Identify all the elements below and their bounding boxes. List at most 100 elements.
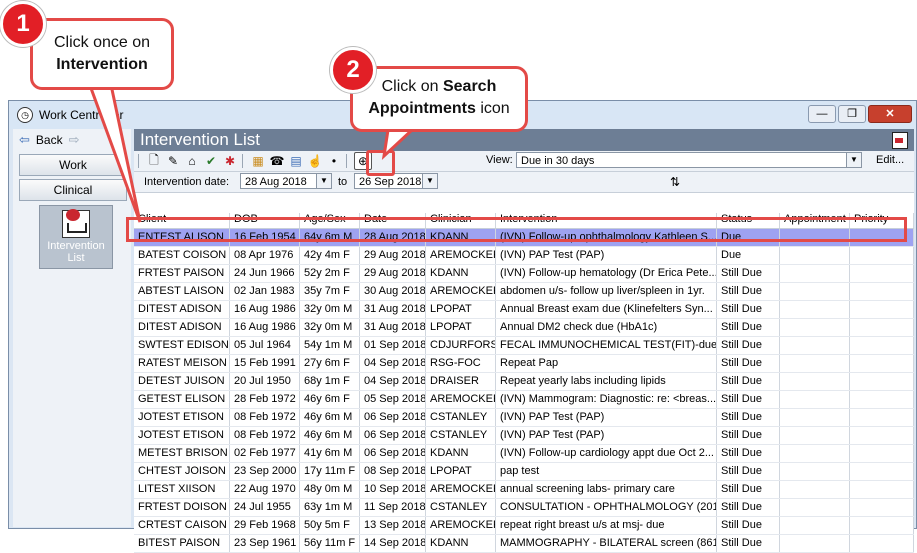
- view-select-value: Due in 30 days: [521, 155, 595, 167]
- table-row[interactable]: SWTEST EDISON 05 Jul 1964 54y 1m M 01 Sep 2…: [134, 337, 914, 355]
- table-row[interactable]: RATEST MEISON 15 Feb 1991 27y 6m F 04 Sep 2…: [134, 355, 914, 373]
- table-cell: [780, 535, 850, 552]
- chevron-down-icon[interactable]: ▼: [846, 153, 861, 167]
- table-cell: 32y 0m M: [300, 319, 360, 336]
- callout-1-line2: Intervention: [56, 56, 148, 73]
- table-cell: 16 Aug 1986: [230, 301, 300, 318]
- table-cell: Still Due: [717, 481, 780, 498]
- table-cell: Still Due: [717, 517, 780, 534]
- search-appointments-icon[interactable]: ⊕: [354, 152, 372, 170]
- toolbar: 🗋 ✎ ⌂ ✔ ✱ ▦ ☎ ▤ ☝ • ⊕ View: Due in 30 da…: [134, 151, 914, 172]
- column-header[interactable]: Priority: [850, 213, 914, 228]
- table-row[interactable]: METEST BRISON 02 Feb 1977 41y 6m M 06 Sep 2…: [134, 445, 914, 463]
- folder-icon[interactable]: ▤: [288, 153, 304, 169]
- house-icon[interactable]: ⌂: [184, 153, 200, 169]
- alert-icon[interactable]: ✱: [222, 153, 238, 169]
- table-cell: [780, 247, 850, 264]
- panel-header: Intervention List: [134, 129, 914, 151]
- back-button[interactable]: Back: [36, 133, 63, 147]
- table-row[interactable]: JOTEST ETISON 08 Feb 1972 46y 6m M 06 Sep 2…: [134, 409, 914, 427]
- table-cell: MAMMOGRAPHY - BILATERAL screen (8611): [496, 535, 717, 552]
- table-cell: JOTEST ETISON: [134, 427, 230, 444]
- table-cell: FECAL IMMUNOCHEMICAL TEST(FIT)-due ...: [496, 337, 717, 354]
- forward-arrow-icon[interactable]: ⇨: [69, 132, 80, 148]
- new-document-icon[interactable]: 🗋: [146, 153, 162, 169]
- nav-clinical-button[interactable]: Clinical: [19, 179, 127, 201]
- date-to-field[interactable]: 26 Sep 2018 ▼: [354, 173, 438, 189]
- checkmark-icon[interactable]: ✔: [203, 153, 219, 169]
- table-cell: Still Due: [717, 499, 780, 516]
- table-cell: 23 Sep 1961: [230, 535, 300, 552]
- column-header[interactable]: Appointment: [780, 213, 850, 228]
- table-row[interactable]: CRTEST CAISON 29 Feb 1968 50y 5m F 13 Sep 2…: [134, 517, 914, 535]
- table-cell: CSTANLEY: [426, 427, 496, 444]
- table-row[interactable]: CHTEST JOISON 23 Sep 2000 17y 11m F 08 Sep …: [134, 463, 914, 481]
- column-header[interactable]: Client: [134, 213, 230, 228]
- maximize-button[interactable]: ❐: [838, 105, 866, 123]
- back-arrow-icon[interactable]: ⇦: [19, 132, 30, 148]
- table-cell: BATEST COISON: [134, 247, 230, 264]
- table-row[interactable]: DITEST ADISON 16 Aug 1986 32y 0m M 31 Aug 2…: [134, 319, 914, 337]
- table-row[interactable]: FRTEST DOISON 24 Jul 1955 63y 1m M 11 Sep 2…: [134, 499, 914, 517]
- table-cell: 29 Feb 1968: [230, 517, 300, 534]
- table-cell: [850, 229, 914, 246]
- intervention-list-tile[interactable]: Intervention List: [39, 205, 113, 269]
- table-cell: FRTEST DOISON: [134, 499, 230, 516]
- column-header[interactable]: Age/Sex: [300, 213, 360, 228]
- table-row[interactable]: FRTEST PAISON 24 Jun 1966 52y 2m F 29 Aug 2…: [134, 265, 914, 283]
- nav-work-button[interactable]: Work: [19, 154, 127, 176]
- toolbar-divider: [138, 154, 139, 168]
- table-cell: GETEST ELISON: [134, 391, 230, 408]
- phone-icon[interactable]: ☎: [269, 153, 285, 169]
- table-cell: [850, 265, 914, 282]
- column-header[interactable]: Status: [717, 213, 780, 228]
- table-cell: DITEST ADISON: [134, 301, 230, 318]
- table-cell: ABTEST LAISON: [134, 283, 230, 300]
- table-cell: [850, 301, 914, 318]
- table-cell: CDJURFORS: [426, 337, 496, 354]
- table-cell: KDANN: [426, 265, 496, 282]
- table-cell: BITEST PAISON: [134, 535, 230, 552]
- table-cell: Still Due: [717, 373, 780, 390]
- table-cell: 13 Sep 2018: [360, 517, 426, 534]
- column-header[interactable]: Intervention: [496, 213, 717, 228]
- close-button[interactable]: ✕: [868, 105, 912, 123]
- table-row[interactable]: GETEST ELISON 28 Feb 1972 46y 6m F 05 Sep 2…: [134, 391, 914, 409]
- table-cell: 63y 1m M: [300, 499, 360, 516]
- refresh-icon[interactable]: ⇅: [670, 175, 680, 189]
- report-icon[interactable]: ▦: [250, 153, 266, 169]
- table-row[interactable]: LITEST XIISON 22 Aug 1970 48y 0m M 10 Sep 2…: [134, 481, 914, 499]
- table-row[interactable]: ENTEST ALISON 16 Feb 1954 64y 6m M 28 Aug 2…: [134, 229, 914, 247]
- table-cell: 05 Sep 2018: [360, 391, 426, 408]
- table-cell: 29 Aug 2018: [360, 265, 426, 282]
- table-row[interactable]: DETEST JUISON 20 Jul 1950 68y 1m F 04 Sep 2…: [134, 373, 914, 391]
- table-cell: 20 Jul 1950: [230, 373, 300, 390]
- callout-2-line1-bold: Search: [442, 78, 497, 95]
- table-cell: [850, 355, 914, 372]
- minimize-button[interactable]: —: [808, 105, 836, 123]
- column-header[interactable]: DOB: [230, 213, 300, 228]
- column-header[interactable]: Date: [360, 213, 426, 228]
- table-cell: DRAISER: [426, 373, 496, 390]
- table-row[interactable]: BITEST PAISON 23 Sep 1961 56y 11m F 14 Sep …: [134, 535, 914, 553]
- table-cell: 22 Aug 1970: [230, 481, 300, 498]
- table-row[interactable]: ABTEST LAISON 02 Jan 1983 35y 7m F 30 Aug 2…: [134, 283, 914, 301]
- table-cell: AREMOCKER: [426, 517, 496, 534]
- hand-icon[interactable]: ☝: [307, 153, 323, 169]
- date-from-field[interactable]: 28 Aug 2018 ▼: [240, 173, 332, 189]
- chevron-down-icon[interactable]: ▼: [316, 174, 331, 188]
- chevron-down-icon[interactable]: ▼: [422, 174, 437, 188]
- column-header[interactable]: Clinician: [426, 213, 496, 228]
- table-cell: 48y 0m M: [300, 481, 360, 498]
- print-icon[interactable]: [892, 132, 908, 149]
- dot-icon[interactable]: •: [326, 153, 342, 169]
- table-row[interactable]: BATEST COISON 08 Apr 1976 42y 4m F 29 Aug 2…: [134, 247, 914, 265]
- table-row[interactable]: JOTEST ETISON 08 Feb 1972 46y 6m M 06 Sep 2…: [134, 427, 914, 445]
- edit-icon[interactable]: ✎: [165, 153, 181, 169]
- table-row[interactable]: DITEST ADISON 16 Aug 1986 32y 0m M 31 Aug 2…: [134, 301, 914, 319]
- edit-view-button[interactable]: Edit...: [876, 154, 904, 166]
- date-filter-row: Intervention date: 28 Aug 2018 ▼ to 26 S…: [134, 172, 914, 193]
- view-select[interactable]: Due in 30 days ▼: [516, 152, 862, 168]
- date-to-value: 26 Sep 2018: [359, 176, 422, 188]
- intervention-list-tile-label: Intervention List: [47, 240, 105, 264]
